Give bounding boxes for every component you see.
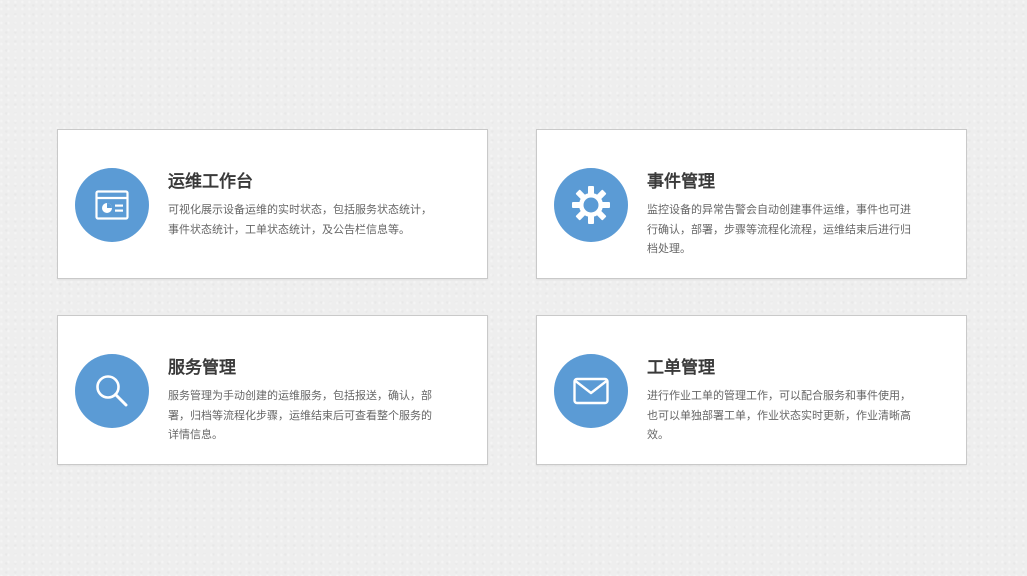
card-description: 服务管理为手动创建的运维服务，包括报送，确认，部署，归档等流程化步骤，运维结束后… (168, 389, 432, 441)
search-icon (75, 354, 149, 428)
card-title: 工单管理 (647, 358, 715, 378)
card-service-management: 服务管理 服务管理为手动创建的运维服务，包括报送，确认，部署，归档等流程化步骤，… (57, 315, 488, 465)
card-event-management: 事件管理 监控设备的异常告警会自动创建事件运维，事件也可进行确认，部署，步骤等流… (536, 129, 967, 279)
gear-icon (554, 168, 628, 242)
card-work-order-management: 工单管理 进行作业工单的管理工作，可以配合服务和事件使用，也可以单独部署工单，作… (536, 315, 967, 465)
card-description: 监控设备的异常告警会自动创建事件运维，事件也可进行确认，部署，步骤等流程化流程，… (647, 203, 911, 255)
card-title: 事件管理 (647, 172, 715, 192)
card-title: 运维工作台 (168, 172, 253, 192)
card-description: 进行作业工单的管理工作，可以配合服务和事件使用，也可以单独部署工单，作业状态实时… (647, 389, 911, 441)
dashboard-window-icon (75, 168, 149, 242)
card-title: 服务管理 (168, 358, 236, 378)
card-ops-workbench: 运维工作台 可视化展示设备运维的实时状态，包括服务状态统计，事件状态统计，工单状… (57, 129, 488, 279)
card-description: 可视化展示设备运维的实时状态，包括服务状态统计，事件状态统计，工单状态统计，及公… (168, 203, 432, 236)
envelope-icon (554, 354, 628, 428)
